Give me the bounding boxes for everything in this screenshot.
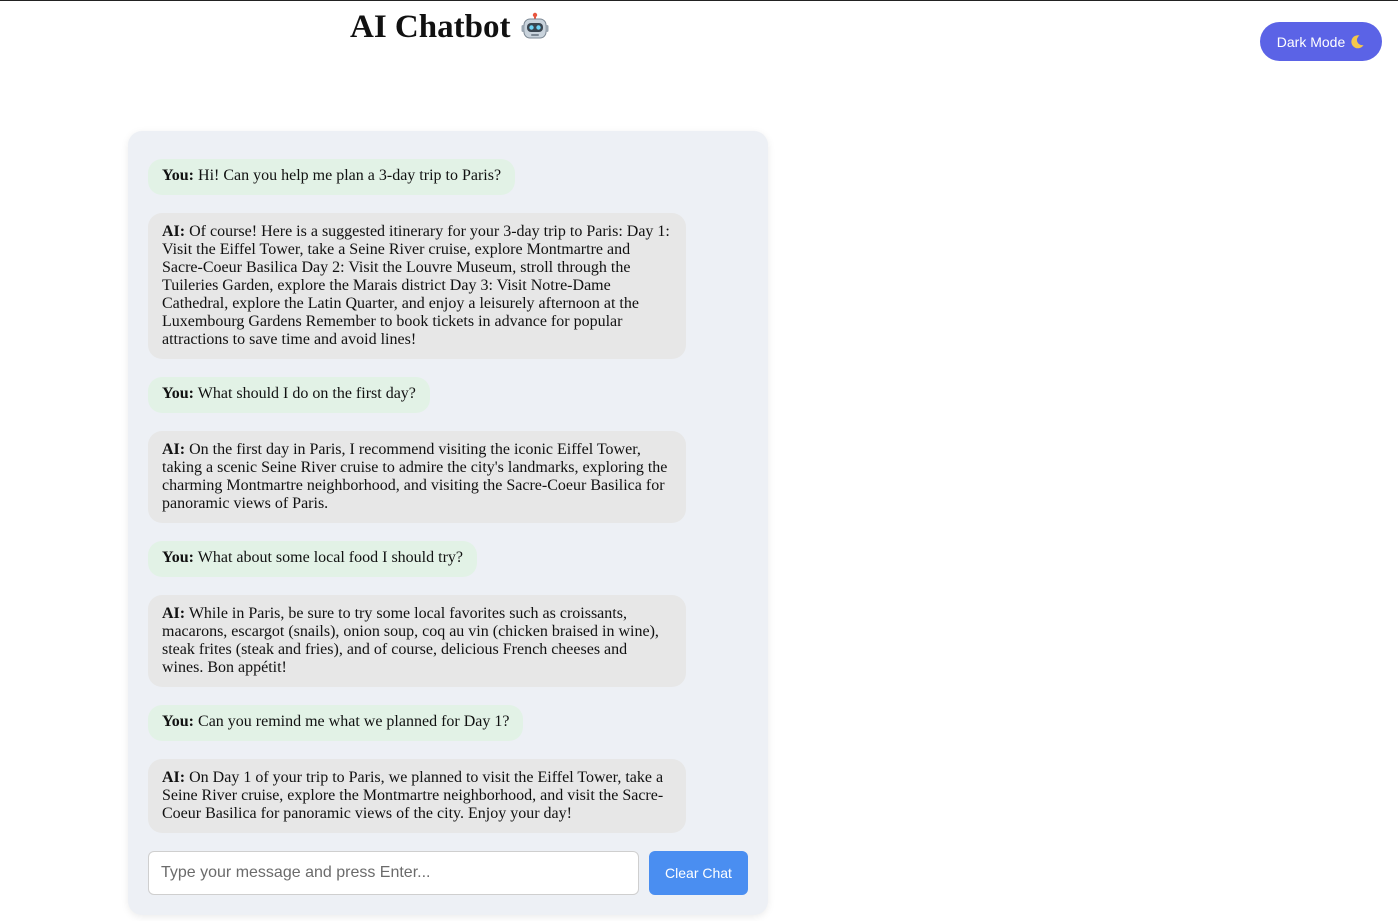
message-text: Of course! Here is a suggested itinerary… [162, 223, 670, 348]
message-text: On the first day in Paris, I recommend v… [162, 441, 668, 512]
message-list: You: Hi! Can you help me plan a 3-day tr… [148, 159, 748, 851]
user-message-bubble: You: Can you remind me what we planned f… [148, 705, 524, 741]
message-item: You: What should I do on the first day? [148, 377, 748, 431]
message-item: AI: While in Paris, be sure to try some … [148, 595, 748, 687]
speaker-label: You: [162, 713, 195, 730]
message-text: What should I do on the first day? [197, 385, 416, 402]
message-item: AI: On Day 1 of your trip to Paris, we p… [148, 759, 748, 833]
speaker-label: You: [162, 167, 195, 184]
ai-message-bubble: AI: On Day 1 of your trip to Paris, we p… [148, 759, 686, 833]
user-message-bubble: You: What should I do on the first day? [148, 377, 430, 413]
speaker-label: You: [162, 385, 195, 402]
message-item: AI: Of course! Here is a suggested itine… [148, 213, 748, 359]
message-text: What about some local food I should try? [197, 549, 463, 566]
message-item: You: Hi! Can you help me plan a 3-day tr… [148, 159, 748, 213]
speaker-label: AI: [162, 769, 186, 786]
speaker-label: AI: [162, 223, 186, 240]
message-text: Can you remind me what we planned for Da… [198, 713, 510, 730]
user-message-bubble: You: Hi! Can you help me plan a 3-day tr… [148, 159, 516, 195]
dark-mode-label: Dark Mode [1276, 33, 1346, 50]
speaker-label: AI: [162, 605, 186, 622]
clear-chat-button[interactable]: Clear Chat [649, 851, 748, 895]
speaker-label: You: [162, 549, 195, 566]
message-item: You: Can you remind me what we planned f… [148, 705, 748, 759]
speaker-label: AI: [162, 441, 186, 458]
page-title-text: AI Chatbot [350, 9, 511, 45]
message-text: While in Paris, be sure to try some loca… [162, 605, 659, 676]
message-input[interactable] [148, 851, 639, 895]
message-text: Hi! Can you help me plan a 3-day trip to… [198, 167, 502, 184]
chat-panel: You: Hi! Can you help me plan a 3-day tr… [128, 131, 768, 915]
message-item: You: What about some local food I should… [148, 541, 748, 595]
user-message-bubble: You: What about some local food I should… [148, 541, 477, 577]
page-title: AI Chatbot [350, 7, 550, 47]
moon-icon [1349, 34, 1365, 50]
composer: Clear Chat [148, 851, 748, 895]
robot-icon [520, 12, 550, 42]
message-text: On Day 1 of your trip to Paris, we plann… [162, 769, 664, 822]
ai-message-bubble: AI: While in Paris, be sure to try some … [148, 595, 686, 687]
message-item: AI: On the first day in Paris, I recomme… [148, 431, 748, 523]
dark-mode-toggle-button[interactable]: Dark Mode [1260, 22, 1382, 61]
ai-message-bubble: AI: Of course! Here is a suggested itine… [148, 213, 686, 359]
ai-message-bubble: AI: On the first day in Paris, I recomme… [148, 431, 686, 523]
